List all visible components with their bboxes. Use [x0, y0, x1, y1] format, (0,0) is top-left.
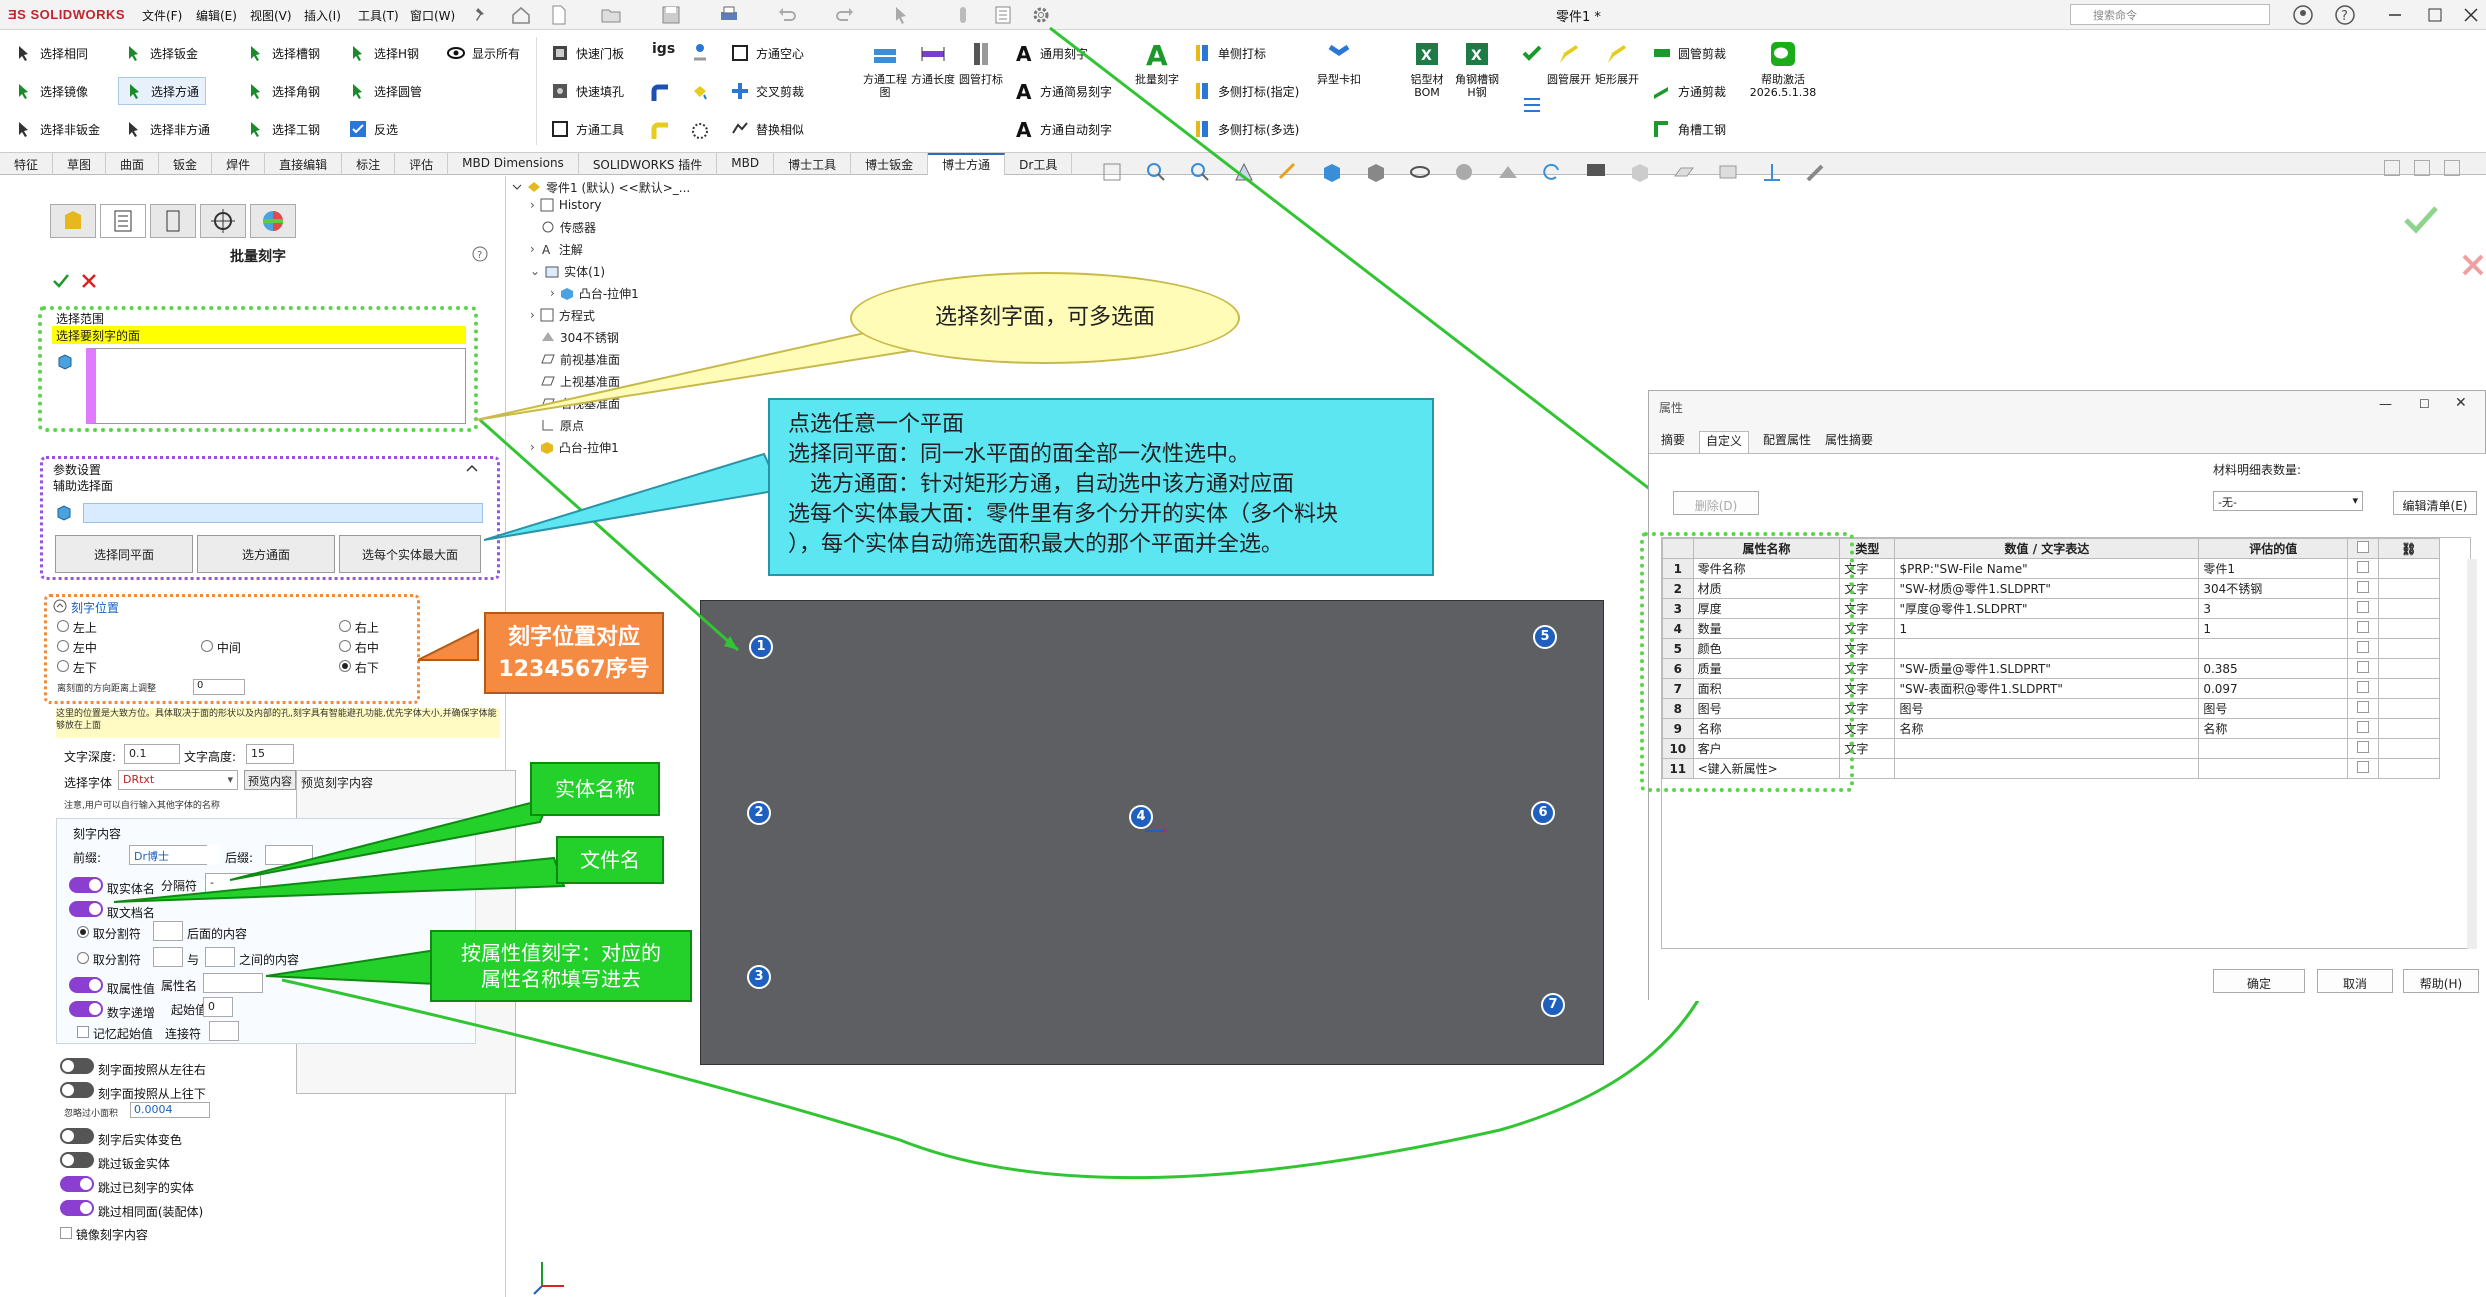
callout-line-5: ），每个实体自动筛选面积最大的那个平面并全选。 [788, 532, 1284, 557]
row-checkbox[interactable] [2356, 561, 2369, 573]
row-checkbox-cell[interactable] [2347, 658, 2379, 679]
dialog-tab-config[interactable]: 配置属性 [1763, 431, 1811, 453]
evaluated-cell[interactable]: 3 [2198, 598, 2349, 619]
evaluated-cell[interactable]: 0.097 [2198, 678, 2349, 699]
row-link-cell [2377, 618, 2441, 639]
callout-body-name: 实体名称 [530, 762, 660, 816]
evaluated-cell[interactable]: 1 [2198, 618, 2349, 639]
row-checkbox[interactable] [2356, 601, 2369, 613]
row-checkbox[interactable] [2356, 661, 2369, 673]
row-checkbox[interactable] [2356, 741, 2369, 753]
delete-button[interactable]: 删除(D) [1673, 491, 1759, 515]
value-cell[interactable]: "SW-材质@零件1.SLDPRT" [1894, 578, 2200, 599]
value-cell[interactable]: "厚度@零件1.SLDPRT" [1894, 598, 2200, 619]
evaluated-cell[interactable]: 304不锈钢 [2198, 578, 2349, 599]
bom-qty-select[interactable]: -无- ▾ [2213, 491, 2363, 511]
callout-prop-line-1: 按属性值刻字：对应的 [461, 941, 661, 965]
callout-line-2: 选择同平面：同一水平面的面全部一次性选中。 [788, 442, 1251, 467]
row-link-cell [2377, 738, 2441, 759]
value-cell[interactable]: 1 [1894, 618, 2200, 639]
value-cell[interactable]: "SW-表面积@零件1.SLDPRT" [1894, 678, 2200, 699]
dialog-close-icon[interactable]: ✕ [2455, 395, 2467, 411]
callout-line-3: 选方通面：针对矩形方通，自动选中该方通对应面 [788, 472, 1295, 497]
callout-order-line-1: 刻字位置对应 [507, 625, 640, 650]
row-link-cell [2377, 698, 2441, 719]
callout-pointer-2 [484, 452, 782, 541]
callout-order-line-2: 1234567序号 [498, 657, 650, 682]
value-cell[interactable]: 图号 [1894, 698, 2200, 719]
bom-qty-label: 材料明细表数量: [2213, 463, 2302, 477]
row-checkbox-cell[interactable] [2347, 618, 2379, 639]
dialog-title: 属性 [1659, 401, 1684, 415]
callout-select-face: 选择刻字面，可多选面 [850, 272, 1240, 364]
row-checkbox-cell[interactable] [2347, 758, 2379, 779]
row-checkbox[interactable] [2356, 681, 2369, 693]
help-button[interactable]: 帮助(H) [2403, 969, 2479, 993]
row-checkbox[interactable] [2356, 721, 2369, 733]
callout-pointer-6 [266, 948, 437, 986]
row-checkbox-cell[interactable] [2347, 738, 2379, 759]
row-link-cell [2377, 758, 2441, 779]
row-link-cell [2377, 578, 2441, 599]
dialog-maximize-icon[interactable]: ☐ [2419, 397, 2430, 411]
cancel-button[interactable]: 取消 [2317, 969, 2393, 993]
row-checkbox-cell[interactable] [2347, 558, 2379, 579]
row-checkbox[interactable] [2356, 761, 2369, 773]
callout-pointer-5 [114, 856, 566, 903]
row-checkbox-cell[interactable] [2347, 718, 2379, 739]
callout-select-modes: 点选任意一个平面 选择同平面：同一水平面的面全部一次性选中。 选方通面：针对矩形… [768, 398, 1434, 576]
row-checkbox[interactable] [2356, 701, 2369, 713]
evaluated-cell[interactable]: 0.385 [2198, 658, 2349, 679]
row-checkbox-cell[interactable] [2347, 678, 2379, 699]
callout-prop-line-2: 属性名称填写进去 [481, 967, 641, 991]
row-checkbox-cell[interactable] [2347, 638, 2379, 659]
value-cell[interactable]: 名称 [1894, 718, 2200, 739]
value-cell[interactable] [1894, 758, 2200, 779]
row-checkbox[interactable] [2356, 581, 2369, 593]
dialog-tab-custom[interactable]: 自定义 [1699, 431, 1750, 453]
col-header-evaluated: 评估的值 [2198, 538, 2349, 559]
value-cell[interactable] [1894, 638, 2200, 659]
row-link-cell [2377, 678, 2441, 699]
chevron-down-icon: ▾ [2352, 494, 2358, 507]
row-checkbox-cell[interactable] [2347, 698, 2379, 719]
callout-property-value: 按属性值刻字：对应的 属性名称填写进去 [430, 930, 692, 1002]
evaluated-cell[interactable] [2198, 738, 2349, 759]
link-icon[interactable]: ⛓ [2377, 538, 2441, 559]
callout-pointer-3 [418, 628, 479, 661]
row-link-cell [2377, 638, 2441, 659]
dialog-minimize-icon[interactable]: — [2379, 397, 2392, 412]
callout-line-1: 点选任意一个平面 [788, 412, 965, 437]
edit-list-button[interactable]: 编辑清单(E) [2393, 491, 2477, 515]
col-header-value: 数值 / 文字表达 [1894, 538, 2200, 559]
grid-scrollbar[interactable] [2467, 559, 2477, 949]
name-column-highlight [1640, 532, 1854, 792]
row-link-cell [2377, 718, 2441, 739]
header-checkbox[interactable] [2356, 541, 2369, 553]
ok-button[interactable]: 确定 [2213, 969, 2305, 993]
callout-file-name: 文件名 [556, 836, 664, 884]
row-link-cell [2377, 598, 2441, 619]
row-checkbox-cell[interactable] [2347, 578, 2379, 599]
callout-position-order: 刻字位置对应 1234567序号 [484, 612, 664, 694]
callout-line-4: 选每个实体最大面：零件里有多个分开的实体（多个料块 [788, 502, 1339, 527]
evaluated-cell[interactable]: 名称 [2198, 718, 2349, 739]
row-checkbox-cell[interactable] [2347, 598, 2379, 619]
evaluated-cell[interactable]: 零件1 [2198, 558, 2349, 579]
evaluated-cell[interactable] [2198, 758, 2349, 779]
row-checkbox[interactable] [2356, 621, 2369, 633]
evaluated-cell[interactable]: 图号 [2198, 698, 2349, 719]
row-checkbox[interactable] [2356, 641, 2369, 653]
row-link-cell [2377, 558, 2441, 579]
evaluated-cell[interactable] [2198, 638, 2349, 659]
value-cell[interactable]: "SW-质量@零件1.SLDPRT" [1894, 658, 2200, 679]
value-cell[interactable] [1894, 738, 2200, 759]
dialog-tabs: 摘要 自定义 配置属性 属性摘要 [1649, 431, 2486, 453]
value-cell[interactable]: $PRP:"SW-File Name" [1894, 558, 2200, 579]
row-link-cell [2377, 658, 2441, 679]
dialog-tab-prop-summary[interactable]: 属性摘要 [1825, 431, 1873, 453]
dialog-tab-summary[interactable]: 摘要 [1661, 431, 1685, 453]
